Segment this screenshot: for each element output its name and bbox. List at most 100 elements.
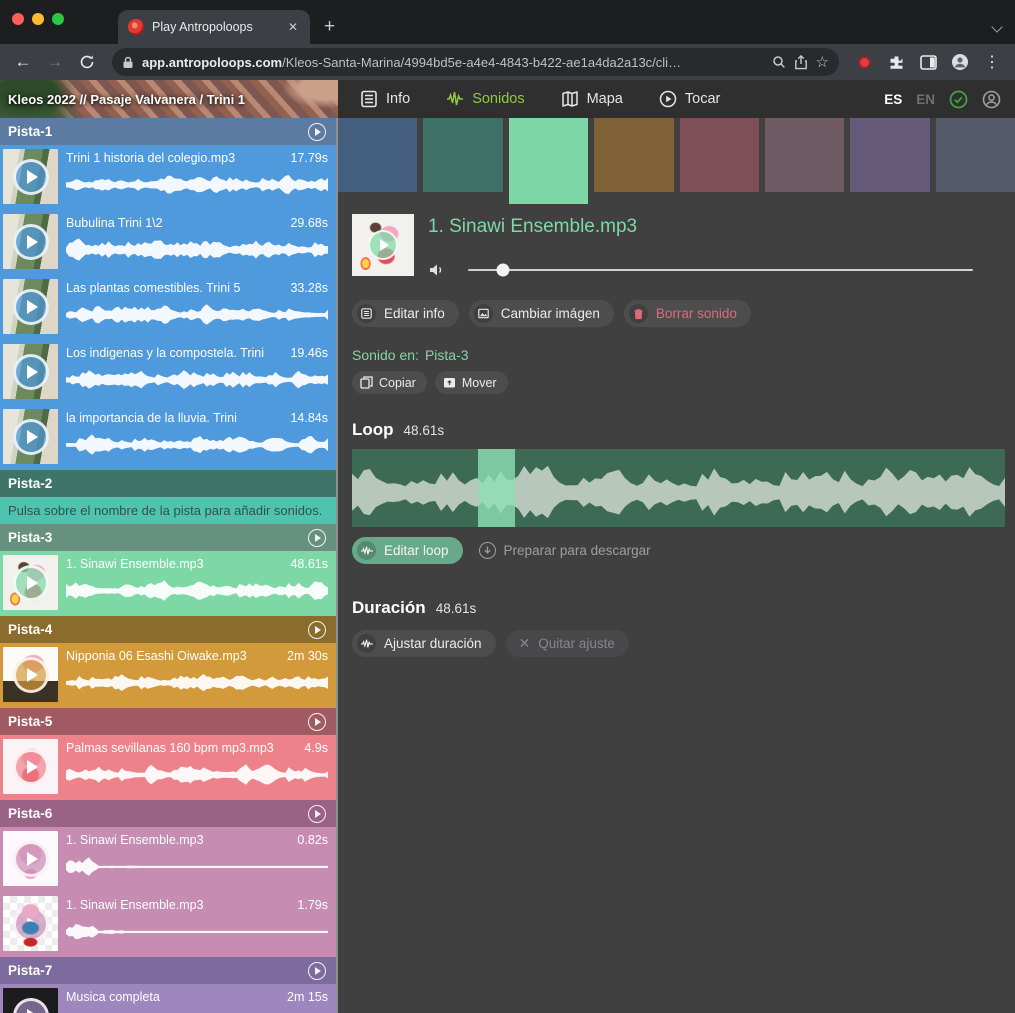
adjust-duration-button[interactable]: Ajustar duración [352, 630, 496, 657]
track-play-button[interactable] [308, 621, 326, 639]
clip-row[interactable]: Nipponia 06 Esashi Oiwake.mp3 2m 30s [0, 643, 336, 708]
tab-search-chevron-icon[interactable] [993, 20, 1001, 34]
clip-thumbnail[interactable] [3, 739, 58, 794]
clip-row[interactable]: la importancia de la lluvia. Trini 14.84… [0, 405, 336, 470]
clip-thumbnail[interactable] [3, 831, 58, 886]
track-header[interactable]: Pista-1 [0, 118, 336, 145]
account-icon[interactable] [982, 90, 1001, 109]
clip-play-button[interactable] [13, 159, 49, 195]
side-panel-icon[interactable] [915, 49, 941, 75]
track-play-button[interactable] [308, 123, 326, 141]
prepare-download-button[interactable]: Preparar para descargar [479, 542, 651, 559]
share-icon[interactable] [794, 55, 808, 70]
track-header[interactable]: Pista-5 [0, 708, 336, 735]
zoom-page-icon[interactable] [772, 55, 786, 69]
profile-avatar-icon[interactable] [947, 49, 973, 75]
tab-tocar[interactable]: Tocar [659, 90, 720, 108]
clip-row[interactable]: Palmas sevillanas 160 bpm mp3.mp3 4.9s [0, 735, 336, 800]
track-empty-message[interactable]: Pulsa sobre el nombre de la pista para a… [0, 497, 336, 524]
track-color-swatch-7[interactable] [850, 118, 929, 192]
delete-sound-button[interactable]: Borrar sonido [624, 300, 751, 327]
loop-waveform[interactable] [352, 449, 1005, 527]
track-header[interactable]: Pista-2 [0, 470, 336, 497]
volume-slider-thumb[interactable] [497, 264, 510, 277]
track-color-swatch-8[interactable] [936, 118, 1015, 192]
reload-button[interactable] [74, 49, 100, 75]
move-sound-button[interactable]: Mover [435, 371, 508, 394]
clip-thumbnail[interactable] [3, 409, 58, 464]
track-color-swatch-6[interactable] [765, 118, 844, 192]
tab-sonidos[interactable]: Sonidos [446, 90, 524, 108]
forward-button[interactable]: → [42, 49, 68, 75]
clip-thumbnail[interactable] [3, 344, 58, 399]
clip-row[interactable]: 1. Sinawi Ensemble.mp3 0.82s [0, 827, 336, 892]
track-header[interactable]: Pista-7 [0, 957, 336, 984]
clip-row[interactable]: Bubulina Trini 1\2 29.68s [0, 210, 336, 275]
address-bar[interactable]: app.antropoloops.com/Kleos-Santa-Marina/… [112, 48, 839, 76]
sound-location-track-link[interactable]: Pista-3 [425, 347, 469, 363]
clip-row[interactable]: Los indigenas y la compostela. Trini 19.… [0, 340, 336, 405]
clip-thumbnail[interactable] [3, 555, 58, 610]
clip-thumbnail[interactable] [3, 988, 58, 1013]
loop-playhead-band[interactable] [478, 449, 515, 527]
clear-adjust-button[interactable]: ✕ Quitar ajuste [506, 630, 629, 657]
clip-row[interactable]: Musica completa 2m 15s [0, 984, 336, 1013]
volume-slider[interactable] [468, 269, 973, 271]
edit-loop-button[interactable]: Editar loop [352, 537, 463, 564]
clip-play-button[interactable] [13, 749, 49, 785]
back-button[interactable]: ← [10, 49, 36, 75]
clip-row[interactable]: Trini 1 historia del colegio.mp3 17.79s [0, 145, 336, 210]
track-color-swatch-5[interactable] [680, 118, 759, 192]
clip-play-button[interactable] [13, 354, 49, 390]
clip-thumbnail[interactable] [3, 149, 58, 204]
track-play-button[interactable] [308, 962, 326, 980]
clip-play-button[interactable] [13, 906, 49, 942]
project-map-thumbnail[interactable]: Kleos 2022 // Pasaje Valvanera / Trini 1 [0, 80, 338, 118]
clip-row[interactable]: 1. Sinawi Ensemble.mp3 48.61s [0, 551, 336, 616]
clip-thumbnail[interactable] [3, 279, 58, 334]
browser-menu-icon[interactable]: ⋮ [979, 49, 1005, 75]
clip-play-button[interactable] [13, 419, 49, 455]
browser-tab[interactable]: Play Antropoloops ✕ [118, 10, 310, 44]
tab-mapa[interactable]: Mapa [561, 90, 623, 108]
track-header[interactable]: Pista-6 [0, 800, 336, 827]
track-header[interactable]: Pista-4 [0, 616, 336, 643]
bookmark-star-icon[interactable]: ☆ [816, 53, 829, 71]
close-window-button[interactable] [12, 13, 24, 25]
clip-thumbnail[interactable] [3, 896, 58, 951]
tab-info[interactable]: Info [360, 90, 410, 108]
language-en[interactable]: EN [916, 92, 935, 107]
clip-play-button[interactable] [13, 841, 49, 877]
breadcrumb[interactable]: Kleos 2022 // Pasaje Valvanera / Trini 1 [0, 92, 245, 107]
clip-row[interactable]: Las plantas comestibles. Trini 5 33.28s [0, 275, 336, 340]
clip-play-button[interactable] [13, 289, 49, 325]
saved-check-icon[interactable] [949, 90, 968, 109]
sound-thumbnail[interactable] [352, 214, 414, 276]
track-color-swatch-4[interactable] [594, 118, 673, 192]
track-color-swatch-3[interactable] [509, 118, 588, 204]
clip-thumbnail[interactable] [3, 214, 58, 269]
clip-row[interactable]: 1. Sinawi Ensemble.mp3 1.79s [0, 892, 336, 957]
clip-thumbnail[interactable] [3, 647, 58, 702]
minimize-window-button[interactable] [32, 13, 44, 25]
clip-play-button[interactable] [13, 657, 49, 693]
recording-extension-icon[interactable] [851, 49, 877, 75]
new-tab-button[interactable]: + [324, 16, 335, 44]
clip-play-button[interactable] [13, 224, 49, 260]
track-color-swatch-1[interactable] [338, 118, 417, 192]
tab-close-icon[interactable]: ✕ [286, 18, 300, 36]
zoom-window-button[interactable] [52, 13, 64, 25]
track-color-swatch-2[interactable] [423, 118, 502, 192]
track-play-button[interactable] [308, 713, 326, 731]
track-header[interactable]: Pista-3 [0, 524, 336, 551]
track-play-button[interactable] [308, 529, 326, 547]
change-image-button[interactable]: Cambiar imágen [469, 300, 614, 327]
copy-sound-button[interactable]: Copiar [352, 371, 427, 394]
sound-play-button[interactable] [368, 230, 398, 260]
track-play-button[interactable] [308, 805, 326, 823]
lock-icon[interactable] [122, 56, 134, 69]
clip-play-button[interactable] [13, 565, 49, 601]
language-es[interactable]: ES [884, 92, 902, 107]
macos-window-controls[interactable] [12, 13, 64, 25]
clip-play-button[interactable] [13, 998, 49, 1013]
